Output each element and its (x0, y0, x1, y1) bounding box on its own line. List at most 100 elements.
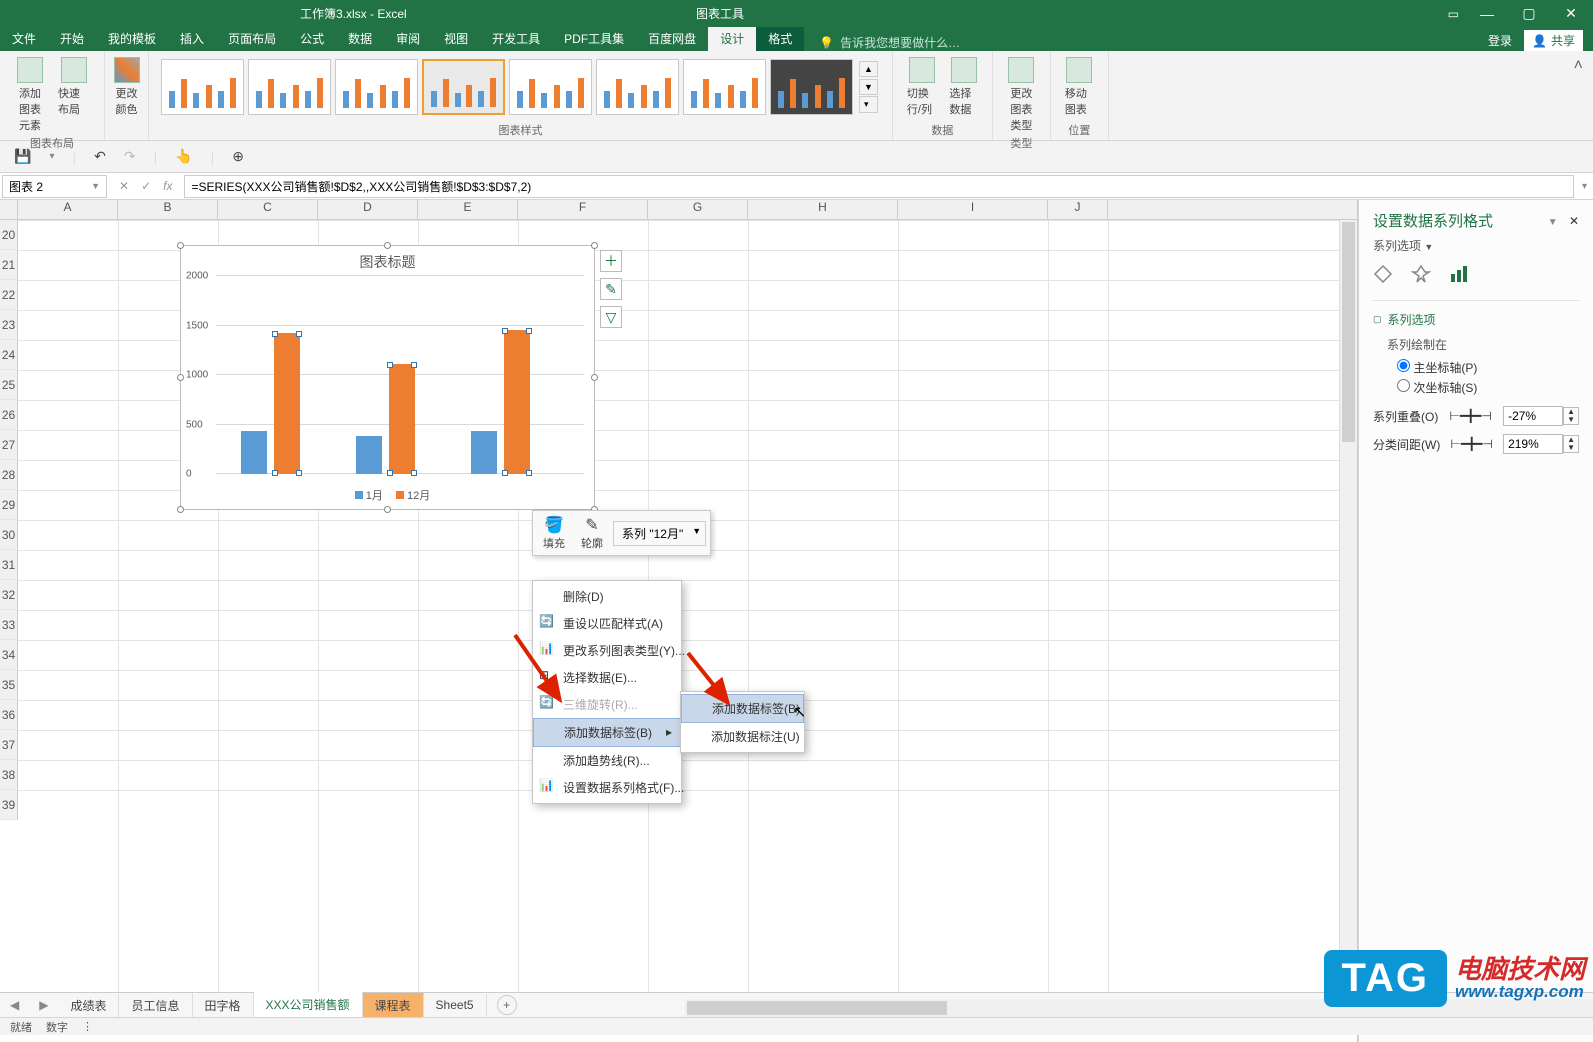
style-7[interactable] (683, 59, 766, 115)
style-2[interactable] (248, 59, 331, 115)
select-all[interactable] (0, 200, 18, 219)
cancel-icon[interactable]: ✕ (119, 179, 129, 193)
menu-format-series[interactable]: 📊设置数据系列格式(F)... (533, 774, 681, 801)
submenu-add-labels[interactable]: 添加数据标签(B) (681, 694, 804, 723)
row-header[interactable]: 35 (0, 670, 18, 700)
row-header[interactable]: 34 (0, 640, 18, 670)
sheet-tab-2[interactable]: 员工信息 (119, 993, 192, 1018)
tab-file[interactable]: 文件 (0, 26, 48, 51)
mini-outline-button[interactable]: ✎轮廓 (575, 515, 609, 551)
gallery-more-icon[interactable]: ▾ (859, 96, 878, 113)
chart-filter-icon[interactable]: ▽ (600, 306, 622, 328)
formula-input[interactable]: =SERIES(XXX公司销售额!$D$2,,XXX公司销售额!$D$3:$D$… (184, 175, 1574, 198)
tab-nav-next[interactable]: ▶ (29, 998, 58, 1012)
style-8[interactable] (770, 59, 853, 115)
row-header[interactable]: 20 (0, 220, 18, 250)
enter-icon[interactable]: ✓ (141, 179, 151, 193)
row-header[interactable]: 32 (0, 580, 18, 610)
tab-baidu[interactable]: 百度网盘 (636, 26, 708, 51)
add-chart-element-button[interactable]: 添加图表 元素 (8, 55, 52, 135)
series-options-icon[interactable] (1449, 264, 1469, 284)
row-header[interactable]: 22 (0, 280, 18, 310)
sheet-tab-6[interactable]: Sheet5 (424, 994, 487, 1016)
qat-custom-button[interactable]: ⊕ (232, 148, 244, 165)
tab-format[interactable]: 格式 (756, 26, 804, 51)
row-header[interactable]: 24 (0, 340, 18, 370)
col-G[interactable]: G (648, 200, 748, 219)
row-header[interactable]: 31 (0, 550, 18, 580)
sheet-tab-5[interactable]: 课程表 (363, 993, 424, 1018)
mini-series-selector[interactable]: 系列 "12月"▼ (613, 521, 706, 546)
bar-s1-3[interactable] (471, 431, 497, 474)
tell-me[interactable]: 💡告诉我您想要做什么… (819, 34, 960, 51)
tab-design[interactable]: 设计 (708, 26, 756, 51)
bar-s2-1[interactable] (274, 333, 300, 474)
change-chart-type-button[interactable]: 更改 图表类型 (1001, 55, 1042, 135)
col-H[interactable]: H (748, 200, 898, 219)
col-B[interactable]: B (118, 200, 218, 219)
tab-data[interactable]: 数据 (336, 26, 384, 51)
fill-line-icon[interactable] (1373, 264, 1393, 284)
style-4[interactable] (422, 59, 505, 115)
spin-down-icon[interactable]: ▼ (1564, 416, 1578, 424)
chart-styles-gallery[interactable]: ▲ ▼ ▾ (157, 55, 884, 119)
row-header[interactable]: 28 (0, 460, 18, 490)
row-header[interactable]: 39 (0, 790, 18, 820)
pane-subtitle[interactable]: 系列选项 (1373, 239, 1421, 253)
close-button[interactable]: ✕ (1557, 5, 1585, 23)
mini-fill-button[interactable]: 🪣填充 (537, 515, 571, 551)
plot-area[interactable]: 0 500 1000 1500 2000 (216, 276, 584, 474)
col-A[interactable]: A (18, 200, 118, 219)
row-header[interactable]: 26 (0, 400, 18, 430)
bar-s2-3[interactable] (504, 330, 530, 474)
tab-templates[interactable]: 我的模板 (96, 26, 168, 51)
menu-delete[interactable]: 删除(D) (533, 583, 681, 610)
expand-formula-icon[interactable]: ▾ (1576, 181, 1593, 192)
gallery-down-icon[interactable]: ▼ (859, 79, 878, 95)
status-more-icon[interactable]: ⋮ (82, 1020, 93, 1033)
menu-reset-style[interactable]: 🔄重设以匹配样式(A) (533, 610, 681, 637)
swap-row-col-button[interactable]: 切换行/列 (901, 55, 943, 119)
menu-change-type[interactable]: 📊更改系列图表类型(Y)... (533, 637, 681, 664)
collapse-ribbon-icon[interactable]: ˄ (1564, 51, 1593, 140)
menu-add-data-labels[interactable]: 添加数据标签(B)▸ (533, 718, 681, 747)
tab-developer[interactable]: 开发工具 (480, 26, 552, 51)
tab-nav-prev[interactable]: ◀ (0, 998, 29, 1012)
submenu-add-callouts[interactable]: 添加数据标注(U) (681, 723, 804, 750)
row-header[interactable]: 36 (0, 700, 18, 730)
row-header[interactable]: 37 (0, 730, 18, 760)
chart-title[interactable]: 图表标题 (181, 246, 594, 278)
sheet-tab-1[interactable]: 成绩表 (58, 993, 119, 1018)
spin-down-icon[interactable]: ▼ (1564, 444, 1578, 452)
menu-add-trendline[interactable]: 添加趋势线(R)... (533, 747, 681, 774)
col-E[interactable]: E (418, 200, 518, 219)
share-button[interactable]: 👤共享 (1524, 30, 1583, 51)
bar-s1-2[interactable] (356, 436, 382, 474)
name-box[interactable]: 图表 2▼ (2, 175, 107, 198)
section-series-options[interactable]: ▢系列选项 (1373, 311, 1579, 328)
style-5[interactable] (509, 59, 592, 115)
col-F[interactable]: F (518, 200, 648, 219)
bar-s1-1[interactable] (241, 431, 267, 474)
qat-more[interactable]: ▾ (49, 151, 54, 162)
chevron-down-icon[interactable]: ▼ (91, 181, 100, 191)
col-I[interactable]: I (898, 200, 1048, 219)
gap-slider[interactable]: ⊢━╋━⊣ (1450, 437, 1493, 451)
tab-home[interactable]: 开始 (48, 26, 96, 51)
gap-input[interactable] (1503, 434, 1563, 454)
chart-object[interactable]: ＋ ✎ ▽ 图表标题 0 500 1000 1500 2000 1月 12月 (180, 245, 595, 510)
tab-review[interactable]: 审阅 (384, 26, 432, 51)
secondary-axis-radio[interactable]: 次坐标轴(S) (1397, 379, 1579, 396)
touch-mode-button[interactable]: 👆 (175, 148, 192, 165)
move-chart-button[interactable]: 移动图表 (1059, 55, 1100, 119)
minimize-button[interactable]: — (1473, 5, 1501, 23)
ribbon-display-icon[interactable]: ▭ (1448, 7, 1459, 21)
change-colors-button[interactable]: 更改 颜色 (108, 55, 146, 119)
pane-dropdown-icon[interactable]: ▼ (1548, 217, 1558, 228)
overlap-input[interactable] (1503, 406, 1563, 426)
select-data-button[interactable]: 选择数据 (943, 55, 984, 119)
row-header[interactable]: 30 (0, 520, 18, 550)
chevron-down-icon[interactable]: ▼ (692, 526, 701, 536)
primary-axis-radio[interactable]: 主坐标轴(P) (1397, 359, 1579, 376)
col-D[interactable]: D (318, 200, 418, 219)
